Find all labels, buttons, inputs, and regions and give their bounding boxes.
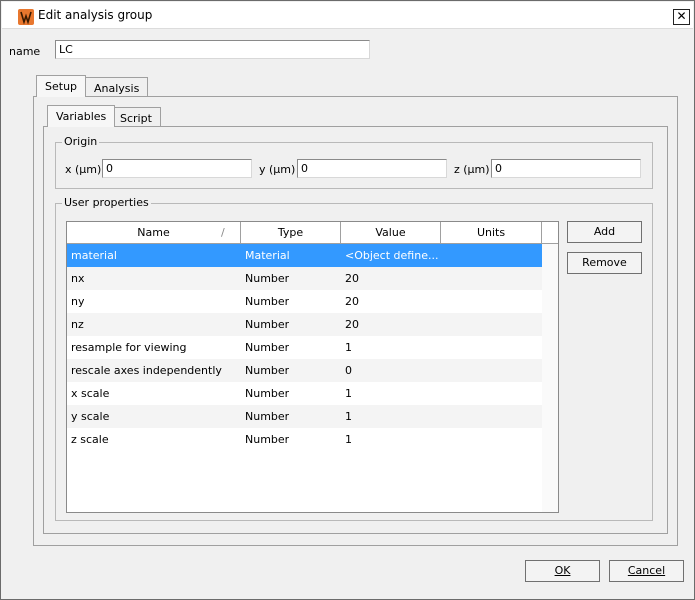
cell-name: z scale xyxy=(71,433,109,446)
table-row[interactable]: nz Number 20 xyxy=(67,313,542,336)
tab-variables[interactable]: Variables xyxy=(47,105,116,127)
properties-table: Name / Type Value Units material Material… xyxy=(66,221,559,513)
cell-type: Number xyxy=(245,272,290,285)
cell-type: Number xyxy=(245,410,290,423)
cell-value: 20 xyxy=(345,272,359,285)
sort-indicator-icon: / xyxy=(221,226,225,239)
tab-script[interactable]: Script xyxy=(111,107,161,127)
cell-value: 1 xyxy=(345,341,352,354)
table-row[interactable]: y scale Number 1 xyxy=(67,405,542,428)
window-title: Edit analysis group xyxy=(38,8,153,22)
ok-label: OK xyxy=(554,564,571,577)
cell-type: Number xyxy=(245,433,290,446)
table-row[interactable]: z scale Number 1 xyxy=(67,428,542,451)
name-label: name xyxy=(9,45,41,58)
column-header-type[interactable]: Type xyxy=(241,222,341,244)
table-scroll-gutter xyxy=(542,244,558,512)
y-input[interactable]: 0 xyxy=(297,159,447,178)
cell-type: Number xyxy=(245,341,290,354)
column-header-units[interactable]: Units xyxy=(441,222,542,244)
cell-name: ny xyxy=(71,295,85,308)
cell-value: 0 xyxy=(345,364,352,377)
ok-button[interactable]: OK xyxy=(525,560,600,582)
close-button[interactable]: ✕ xyxy=(673,9,690,25)
cell-name: resample for viewing xyxy=(71,341,187,354)
x-label: x (µm) xyxy=(65,163,102,176)
table-row[interactable]: rescale axes independently Number 0 xyxy=(67,359,542,382)
cell-type: Number xyxy=(245,387,290,400)
name-input[interactable]: LC xyxy=(55,40,370,59)
cell-name: x scale xyxy=(71,387,110,400)
y-label: y (µm) xyxy=(259,163,296,176)
column-header-name-label: Name xyxy=(137,226,170,239)
dialog-window: Edit analysis group ✕ name LC Setup Anal… xyxy=(0,0,695,600)
app-logo-icon xyxy=(18,9,34,25)
cell-name: rescale axes independently xyxy=(71,364,222,377)
cell-value: 1 xyxy=(345,433,352,446)
table-row[interactable]: ny Number 20 xyxy=(67,290,542,313)
cancel-label: Cancel xyxy=(627,564,666,577)
cell-value: 20 xyxy=(345,318,359,331)
table-row[interactable]: nx Number 20 xyxy=(67,267,542,290)
table-header: Name / Type Value Units xyxy=(67,222,558,244)
remove-button[interactable]: Remove xyxy=(567,252,642,274)
cell-type: Number xyxy=(245,318,290,331)
column-header-filler xyxy=(542,222,558,244)
title-bar[interactable]: Edit analysis group ✕ xyxy=(2,2,693,29)
z-label: z (µm) xyxy=(454,163,490,176)
cell-name: material xyxy=(71,249,117,262)
cell-type: Number xyxy=(245,364,290,377)
cell-name: y scale xyxy=(71,410,110,423)
cancel-button[interactable]: Cancel xyxy=(609,560,684,582)
cell-value: 1 xyxy=(345,410,352,423)
cell-type: Number xyxy=(245,295,290,308)
cell-name: nx xyxy=(71,272,85,285)
add-button[interactable]: Add xyxy=(567,221,642,243)
user-properties-group-title: User properties xyxy=(62,196,151,209)
table-row[interactable]: material Material <Object define... xyxy=(67,244,542,267)
column-header-name[interactable]: Name / xyxy=(67,222,241,244)
tab-analysis[interactable]: Analysis xyxy=(85,77,149,97)
table-row[interactable]: resample for viewing Number 1 xyxy=(67,336,542,359)
cell-name: nz xyxy=(71,318,84,331)
z-input[interactable]: 0 xyxy=(491,159,641,178)
cell-value: 20 xyxy=(345,295,359,308)
cell-value: 1 xyxy=(345,387,352,400)
column-header-value[interactable]: Value xyxy=(341,222,441,244)
origin-group-title: Origin xyxy=(62,135,100,148)
cell-type: Material xyxy=(245,249,290,262)
x-input[interactable]: 0 xyxy=(102,159,252,178)
tab-setup[interactable]: Setup xyxy=(36,75,87,97)
cell-value: <Object define... xyxy=(345,249,439,262)
table-row[interactable]: x scale Number 1 xyxy=(67,382,542,405)
